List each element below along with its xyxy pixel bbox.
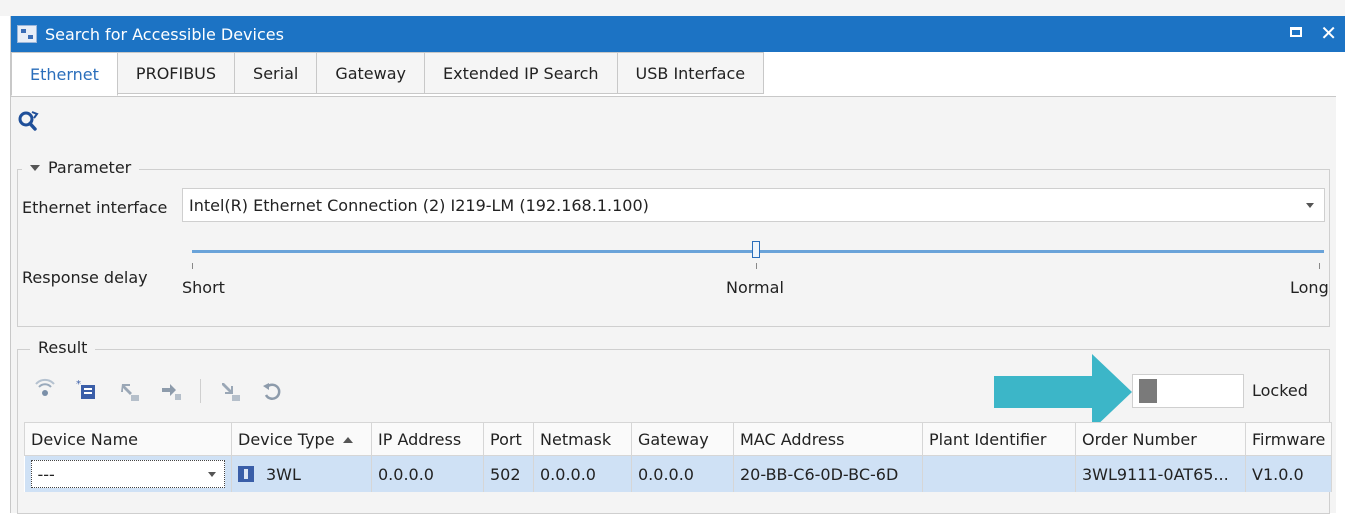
result-legend: Result (30, 338, 96, 357)
scale-long-label: Long (1290, 278, 1329, 297)
netmask-cell: 0.0.0.0 (533, 455, 632, 492)
device-name-combo[interactable]: --- (30, 460, 225, 488)
background-strip (0, 0, 1345, 16)
tab-content: Parameter Ethernet interface Intel(R) Et… (11, 96, 1336, 514)
column-plant-identifier[interactable]: Plant Identifier (922, 422, 1076, 456)
ethernet-interface-select[interactable]: Intel(R) Ethernet Connection (2) I219-LM… (182, 188, 1325, 222)
ip-address-cell: 0.0.0.0 (371, 455, 484, 492)
response-delay-label: Response delay (22, 268, 148, 287)
plant-identifier-cell (922, 455, 1076, 492)
toolbar-separator (200, 379, 201, 403)
parameter-group: Parameter Ethernet interface Intel(R) Et… (17, 158, 1330, 327)
scale-short-label: Short (182, 278, 225, 297)
mac-address-cell: 20-BB-C6-0D-BC-6D (733, 455, 923, 492)
close-icon[interactable]: ✕ (1320, 22, 1337, 44)
title-bar: Search for Accessible Devices ✕ (11, 16, 1345, 52)
tab-gateway[interactable]: Gateway (317, 52, 426, 94)
upload-icon[interactable] (116, 378, 142, 404)
tab-profibus[interactable]: PROFIBUS (117, 52, 236, 94)
ethernet-interface-label: Ethernet interface (22, 198, 168, 217)
tick-long (1319, 263, 1320, 269)
column-firmware[interactable]: Firmware (1245, 422, 1332, 456)
column-mac-address[interactable]: MAC Address (733, 422, 923, 456)
port-cell: 502 (483, 455, 534, 492)
locked-label: Locked (1252, 381, 1308, 400)
svg-text:*: * (76, 379, 81, 390)
tab-extended-ip-search[interactable]: Extended IP Search (425, 52, 618, 94)
table-row[interactable]: --- 3WL 0.0.0.0 502 0.0.0.0 0.0.0.0 20-B… (24, 455, 1332, 492)
locked-toggle-knob (1139, 379, 1157, 403)
device-name-value: --- (37, 464, 55, 484)
column-ip-address[interactable]: IP Address (371, 422, 484, 456)
column-port[interactable]: Port (483, 422, 534, 456)
column-device-name[interactable]: Device Name (24, 422, 232, 456)
locked-toggle[interactable] (1132, 374, 1244, 408)
sort-ascending-icon (342, 437, 353, 443)
gateway-cell: 0.0.0.0 (631, 455, 734, 492)
tab-strip: Ethernet PROFIBUS Serial Gateway Extende… (11, 52, 765, 96)
result-toolbar: * (32, 378, 285, 404)
column-order-number[interactable]: Order Number (1075, 422, 1246, 456)
order-number-cell: 3WL9111-0AT65... (1075, 455, 1246, 492)
column-gateway[interactable]: Gateway (631, 422, 734, 456)
column-netmask[interactable]: Netmask (533, 422, 632, 456)
tab-ethernet[interactable]: Ethernet (11, 52, 118, 96)
parameter-legend: Parameter (48, 158, 132, 177)
column-device-type[interactable]: Device Type (231, 422, 372, 456)
transfer-icon[interactable] (158, 378, 184, 404)
tick-normal (756, 263, 757, 269)
undo-icon[interactable] (259, 378, 285, 404)
add-device-icon[interactable]: * (74, 378, 100, 404)
collapse-triangle-icon[interactable] (30, 164, 40, 171)
device-table: Device Name Device Type IP Address Port … (24, 422, 1332, 492)
annotation-arrow (994, 354, 1132, 430)
chevron-down-icon (1306, 203, 1314, 208)
scan-device-icon[interactable] (32, 378, 58, 404)
tick-short (192, 263, 193, 269)
app-icon (17, 25, 37, 43)
download-icon[interactable] (217, 378, 243, 404)
maximize-icon[interactable] (1290, 27, 1303, 37)
device-icon (238, 466, 254, 482)
search-refresh-icon[interactable] (17, 109, 41, 133)
response-delay-thumb[interactable] (752, 241, 760, 258)
search-devices-window: Search for Accessible Devices ✕ Ethernet… (10, 16, 1345, 514)
ethernet-interface-value: Intel(R) Ethernet Connection (2) I219-LM… (189, 195, 649, 215)
window-title: Search for Accessible Devices (45, 24, 284, 44)
table-header-row: Device Name Device Type IP Address Port … (24, 422, 1332, 456)
device-type-value: 3WL (266, 464, 301, 484)
chevron-down-icon (208, 472, 216, 477)
tab-serial[interactable]: Serial (235, 52, 318, 94)
tab-usb-interface[interactable]: USB Interface (617, 52, 765, 94)
result-group: Result * Locked Device Name Device Type … (17, 338, 1332, 514)
firmware-cell: V1.0.0 (1245, 455, 1332, 492)
scale-normal-label: Normal (726, 278, 784, 297)
